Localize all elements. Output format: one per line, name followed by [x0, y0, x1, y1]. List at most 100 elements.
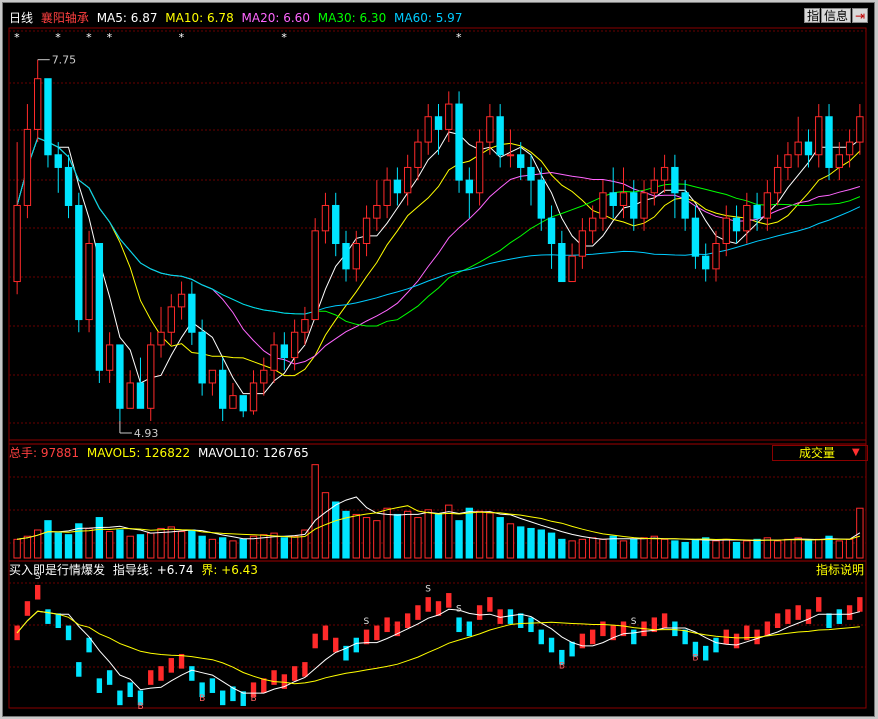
volume-bar — [640, 537, 648, 559]
candle-body — [660, 166, 669, 181]
moving-average-lines — [16, 131, 861, 395]
candle-body — [424, 116, 432, 143]
volume-bar — [712, 540, 720, 559]
volume-bar — [691, 538, 700, 559]
sell-marker: S — [35, 572, 41, 582]
candle-body — [177, 293, 186, 308]
candle-body — [75, 204, 83, 321]
volume-bar — [784, 538, 792, 559]
candle-body — [681, 192, 689, 219]
candle-body — [732, 217, 741, 232]
volume-bar — [44, 520, 52, 559]
candle-body — [352, 243, 360, 270]
candle-body — [229, 395, 237, 409]
candle-body — [763, 192, 772, 219]
candle-body — [301, 319, 309, 333]
candle-body — [13, 204, 21, 283]
candle-body — [475, 141, 484, 194]
volume-bar — [794, 537, 802, 559]
volume-bar — [280, 537, 289, 559]
candle-body — [188, 293, 196, 333]
volume-bar — [373, 520, 381, 559]
indicator-line — [16, 610, 860, 685]
candle-body — [445, 103, 453, 130]
candle-body — [260, 369, 268, 384]
candle-body — [506, 154, 515, 157]
volume-bar — [568, 540, 576, 559]
volume-bar — [619, 540, 628, 559]
volume-bar — [434, 513, 443, 559]
candle-body — [835, 154, 843, 168]
star-marker: * — [281, 31, 287, 44]
volume-bar — [743, 540, 751, 559]
ma-line-ma30 — [16, 137, 861, 327]
volume-bar — [126, 535, 134, 559]
indicator-line — [16, 608, 861, 694]
volume-bar — [147, 532, 155, 559]
candle-body — [825, 116, 833, 168]
buy-marker: B — [137, 702, 143, 712]
volume-bar — [455, 520, 463, 559]
candle-body — [486, 116, 494, 143]
volume-bar — [753, 538, 761, 559]
volume-bar — [517, 526, 525, 559]
indicator-bars — [14, 584, 863, 706]
candle-body — [126, 382, 134, 409]
candle-body — [558, 243, 566, 283]
candle-body — [167, 306, 175, 333]
candle-body — [393, 179, 402, 194]
candle-body — [650, 179, 659, 194]
star-marker: * — [86, 31, 92, 44]
volume-bar — [229, 540, 237, 559]
volume-bar — [54, 532, 62, 559]
candle-body — [34, 78, 42, 130]
volume-bar — [13, 538, 21, 559]
candle-body — [332, 204, 340, 245]
candle-body — [383, 179, 391, 206]
volume-bar — [64, 534, 73, 559]
volume-bar — [763, 537, 772, 559]
candle-body — [568, 255, 576, 283]
candle-body — [856, 116, 864, 143]
sell-marker: S — [631, 617, 637, 627]
candle-body — [743, 204, 751, 232]
volume-bar — [630, 538, 638, 559]
ma-line-ma20 — [16, 137, 861, 365]
candle-body — [691, 217, 700, 257]
candle-body — [465, 179, 474, 194]
ma-line-ma10 — [16, 137, 861, 377]
volume-bar — [136, 534, 145, 559]
volume-bar — [465, 507, 474, 559]
candle-body — [136, 382, 145, 409]
buy-marker: B — [559, 662, 565, 672]
volume-bar — [732, 541, 741, 559]
volume-bar — [815, 538, 823, 559]
candle-body — [44, 78, 52, 156]
volume-bar — [558, 538, 566, 559]
sell-marker: S — [364, 617, 370, 627]
candle-body — [619, 192, 628, 206]
candle-body — [434, 116, 443, 130]
candle-body — [671, 166, 679, 194]
volume-bar — [475, 510, 484, 559]
candle-body — [496, 116, 504, 156]
volume-bar — [414, 517, 422, 559]
volume-bar — [332, 501, 340, 559]
low-price-label: 4.93 — [134, 427, 159, 440]
candle-body — [773, 166, 782, 194]
sell-marker: S — [425, 584, 431, 594]
volume-bar — [239, 538, 247, 559]
candle-body — [373, 204, 381, 219]
volume-bar — [527, 527, 535, 559]
candles — [13, 59, 864, 421]
candle-body — [630, 192, 638, 219]
volume-bar — [116, 529, 124, 559]
kline-chart[interactable]: 7.75 4.93 * * * * * * * S S S S S B B B B B — [0, 0, 878, 719]
volume-bar — [506, 523, 515, 559]
candle-body — [105, 344, 114, 371]
candle-body — [23, 128, 32, 206]
candle-body — [198, 331, 206, 384]
indicator-lines — [16, 608, 861, 694]
candle-body — [64, 166, 73, 206]
candle-body — [804, 141, 813, 156]
